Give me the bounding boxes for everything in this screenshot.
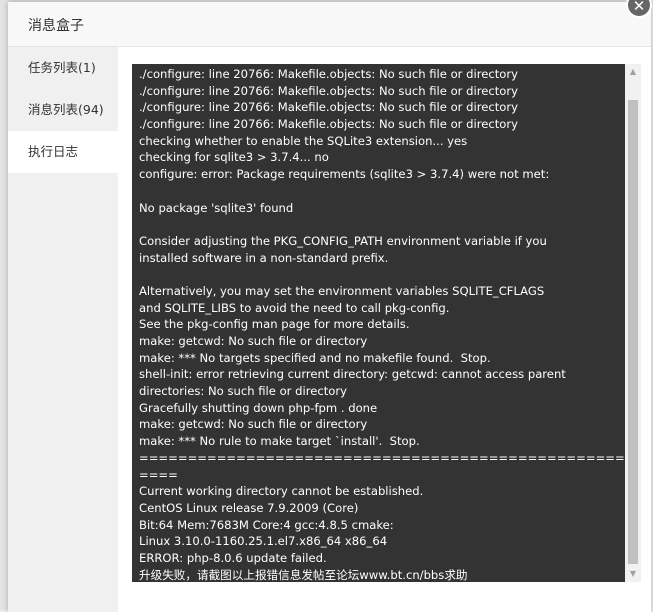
log-line: Alternatively, you may set the environme… [139,283,545,298]
log-line: Linux 3.10.0-1160.25.1.el7.x86_64 x86_64 [139,534,388,549]
log-line: ========================================… [139,450,625,465]
log-line: ERROR: php-8.0.6 update failed. [139,550,327,565]
log-line: checking for sqlite3 > 3.7.4... no [139,150,329,165]
log-line: ./configure: line 20766: Makefile.object… [139,67,518,81]
sidebar-item-label: 消息列表(94) [28,102,104,117]
log-line: ./configure: line 20766: Makefile.object… [139,83,518,98]
background-page-edge [0,0,8,610]
execution-log-output[interactable]: ./configure: line 20766: Makefile.object… [132,64,625,582]
modal-title: 消息盒子 [28,18,84,34]
sidebar-item-task-list[interactable]: 任务列表(1) [8,47,118,89]
log-scrollbar[interactable]: ▲ ▼ [625,64,641,582]
log-line: Current working directory cannot be esta… [139,484,424,499]
sidebar-item-message-list[interactable]: 消息列表(94) [8,89,118,131]
scroll-thumb[interactable] [628,100,638,564]
log-text: ./configure: line 20766: Makefile.object… [132,64,625,582]
message-box-modal: 消息盒子 任务列表(1) 消息列表(94) 执行日志 ./configure: … [8,2,651,612]
sidebar-item-label: 执行日志 [28,144,79,159]
log-line: Gracefully shutting down php-fpm . done [139,400,378,415]
log-line: CentOS Linux release 7.9.2009 (Core) [139,500,359,515]
scroll-down-arrow-icon[interactable]: ▼ [625,566,641,582]
log-line: checking whether to enable the SQLite3 e… [139,133,468,148]
scroll-up-arrow-icon[interactable]: ▲ [625,64,641,80]
log-line: No package 'sqlite3' found [139,200,294,215]
log-line: Bit:64 Mem:7683M Core:4 gcc:4.8.5 cmake: [139,517,394,532]
log-line: make: *** No targets specified and no ma… [139,350,491,365]
log-line: make: *** No rule to make target `instal… [139,434,420,449]
log-line: installed software in a non-standard pre… [139,250,389,265]
log-line: configure: error: Package requirements (… [139,167,550,182]
log-line: ./configure: line 20766: Makefile.object… [139,100,518,115]
log-line: ./configure: line 20766: Makefile.object… [139,117,518,132]
log-line: See the pkg-config man page for more det… [139,317,410,332]
sidebar-item-label: 任务列表(1) [28,60,96,75]
log-line: and SQLITE_LIBS to avoid the need to cal… [139,300,450,315]
log-line: directories: No such file or directory [139,384,347,399]
log-line: shell-init: error retrieving current dir… [139,367,566,382]
log-line: make: getcwd: No such file or directory [139,334,368,348]
log-line: make: getcwd: No such file or directory [139,417,368,432]
sidebar-item-execution-log[interactable]: 执行日志 [8,131,118,173]
modal-header: 消息盒子 [8,2,651,47]
log-line: 升级失败，请截图以上报错信息发帖至论坛www.bt.cn/bbs求助 [139,567,468,582]
log-line: Consider adjusting the PKG_CONFIG_PATH e… [139,233,547,248]
log-line: ==== [139,467,178,482]
modal-sidebar: 任务列表(1) 消息列表(94) 执行日志 [8,47,118,612]
